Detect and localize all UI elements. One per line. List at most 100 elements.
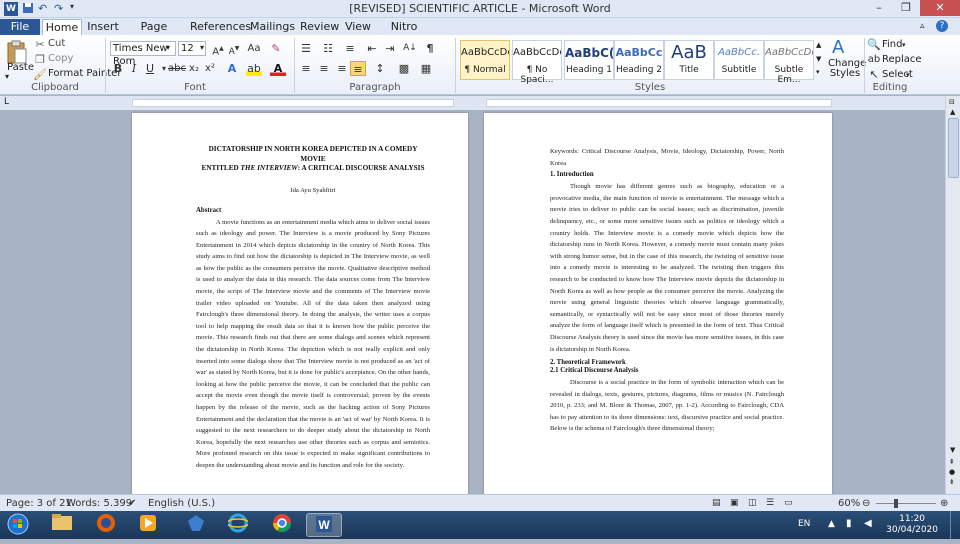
scroll-up-icon[interactable]: ▲	[950, 108, 955, 116]
tray-overflow-icon[interactable]: ▲	[828, 519, 835, 529]
start-button[interactable]	[4, 513, 32, 537]
styles-more-icon[interactable]: ▾	[816, 68, 820, 76]
tab-references[interactable]: References	[190, 19, 251, 35]
minimize-ribbon-icon[interactable]: ▵	[920, 21, 925, 31]
file-explorer-icon[interactable]	[44, 513, 80, 537]
align-left-icon[interactable]: ≡	[298, 61, 314, 76]
word-count[interactable]: Words: 5.399	[66, 498, 132, 509]
text-effects-icon[interactable]: A	[224, 61, 240, 76]
bold-icon[interactable]: B	[110, 61, 126, 76]
format-painter-icon[interactable]: 🖌	[32, 67, 48, 82]
select-dropdown-icon[interactable]: ▾	[906, 71, 910, 79]
show-formatting-marks-icon[interactable]: ¶	[422, 41, 438, 56]
align-center-icon[interactable]: ≡	[316, 61, 332, 76]
tab-page-layout[interactable]: Page Layout	[126, 19, 182, 48]
media-player-icon[interactable]	[130, 513, 166, 537]
style-no-spacing[interactable]: AaBbCcDc ¶ No Spaci...	[512, 40, 562, 85]
close-button[interactable]: ✕	[920, 0, 960, 16]
previous-page-icon[interactable]: ⇞	[949, 458, 955, 466]
internet-explorer-icon[interactable]	[220, 513, 256, 537]
outline-view-icon[interactable]: ☰	[766, 498, 774, 508]
bullets-icon[interactable]: ☰	[298, 41, 314, 56]
tab-insert[interactable]: Insert	[86, 19, 120, 35]
italic-icon[interactable]: I	[126, 61, 142, 76]
replace-icon[interactable]: ab	[866, 52, 882, 67]
font-family-dropdown-icon[interactable]: ▾	[166, 43, 170, 52]
full-screen-view-icon[interactable]: ▣	[730, 498, 739, 508]
draft-view-icon[interactable]: ▭	[784, 498, 793, 508]
styles-scroll-down-icon[interactable]: ▼	[816, 55, 821, 63]
borders-icon[interactable]: ▦	[418, 61, 434, 76]
system-clock[interactable]: 11:20 30/04/2020	[886, 514, 938, 536]
tab-mailings[interactable]: Mailings	[250, 19, 295, 35]
grow-font-icon[interactable]: A▲	[210, 41, 226, 57]
volume-icon[interactable]: ◀	[864, 518, 872, 529]
scrollbar-thumb[interactable]	[948, 118, 959, 178]
next-page-icon[interactable]: ⇟	[949, 478, 955, 486]
vertical-scrollbar[interactable]: ⊟ ▲ ▼ ⇞ ● ⇟	[945, 96, 960, 494]
word-taskbar-icon[interactable]: W	[306, 513, 342, 537]
page-count[interactable]: Page: 3 of 21	[6, 498, 72, 509]
select-icon[interactable]: ↖	[866, 67, 882, 82]
align-right-icon[interactable]: ≡	[334, 61, 350, 76]
copy-icon[interactable]: ❐	[32, 52, 48, 67]
strikethrough-icon[interactable]: abc	[168, 61, 186, 76]
decrease-indent-icon[interactable]: ⇤	[364, 41, 380, 56]
horizontal-ruler[interactable]: L	[0, 96, 960, 110]
find-icon[interactable]: 🔍	[866, 37, 882, 52]
document-page-2[interactable]: Keywords: Critical Discourse Analysis, M…	[484, 113, 832, 494]
copy-button[interactable]: Copy	[48, 53, 73, 64]
restore-button[interactable]: ❐	[893, 0, 919, 16]
style-title[interactable]: AaB Title	[664, 40, 714, 80]
print-layout-view-icon[interactable]: ▤	[712, 498, 721, 508]
zoom-out-icon[interactable]: ⊖	[862, 498, 870, 509]
cut-button[interactable]: Cut	[48, 38, 65, 49]
ruler-toggle-icon[interactable]: ⊟	[949, 98, 955, 106]
chrome-icon[interactable]	[264, 513, 300, 537]
sort-icon[interactable]: A↓	[402, 41, 418, 56]
zoom-level[interactable]: 60%	[838, 498, 860, 509]
replace-button[interactable]: Replace	[882, 54, 922, 65]
web-layout-view-icon[interactable]: ◫	[748, 498, 757, 508]
firefox-icon[interactable]	[88, 513, 124, 537]
tab-file[interactable]: File	[0, 19, 40, 35]
zoom-in-icon[interactable]: ⊕	[940, 498, 948, 509]
change-styles-icon[interactable]: A	[832, 37, 844, 58]
style-subtitle[interactable]: AaBbCc. Subtitle	[714, 40, 764, 80]
store-icon[interactable]	[178, 513, 214, 537]
justify-icon[interactable]: ≡	[350, 61, 366, 76]
style-normal[interactable]: AaBbCcDc ¶ Normal	[460, 40, 510, 80]
superscript-icon[interactable]: x²	[202, 61, 218, 76]
zoom-slider-track[interactable]	[876, 503, 936, 504]
proofing-icon[interactable]: ✔	[128, 498, 136, 509]
line-spacing-icon[interactable]: ↕	[372, 61, 388, 76]
style-heading-2[interactable]: AaBbCc Heading 2	[614, 40, 664, 80]
change-case-icon[interactable]: Aa	[246, 41, 262, 56]
tab-home[interactable]: Home	[42, 19, 82, 35]
style-heading-1[interactable]: AaBbC( Heading 1	[564, 40, 614, 80]
shading-icon[interactable]: ▩	[396, 61, 412, 76]
tab-nitro-pro[interactable]: Nitro Pro	[382, 19, 426, 48]
subscript-icon[interactable]: x₂	[186, 61, 202, 76]
tab-view[interactable]: View	[344, 19, 372, 35]
shrink-font-icon[interactable]: A▼	[226, 41, 242, 57]
multilevel-list-icon[interactable]: ≡	[342, 41, 358, 56]
zoom-slider-thumb[interactable]	[894, 499, 898, 508]
scroll-down-icon[interactable]: ▼	[950, 446, 955, 454]
browse-object-icon[interactable]: ●	[949, 468, 955, 476]
input-language[interactable]: EN	[798, 519, 810, 529]
tab-review[interactable]: Review	[300, 19, 339, 35]
help-icon[interactable]: ?	[936, 20, 948, 32]
cut-icon[interactable]: ✂	[32, 37, 48, 52]
style-subtle-emphasis[interactable]: AaBbCcDc Subtle Em...	[764, 40, 814, 85]
change-styles-button[interactable]: Change Styles	[828, 59, 866, 79]
minimize-button[interactable]: –	[866, 0, 892, 16]
highlight-icon[interactable]: ab	[246, 61, 262, 76]
show-desktop-button[interactable]	[950, 511, 960, 539]
find-dropdown-icon[interactable]: ▾	[902, 41, 906, 49]
find-button[interactable]: Find	[882, 39, 903, 50]
font-size-dropdown-icon[interactable]: ▾	[200, 43, 204, 52]
tab-selector-icon[interactable]: L	[4, 97, 9, 107]
paste-dropdown-icon[interactable]: ▾	[5, 72, 9, 81]
increase-indent-icon[interactable]: ⇥	[382, 41, 398, 56]
